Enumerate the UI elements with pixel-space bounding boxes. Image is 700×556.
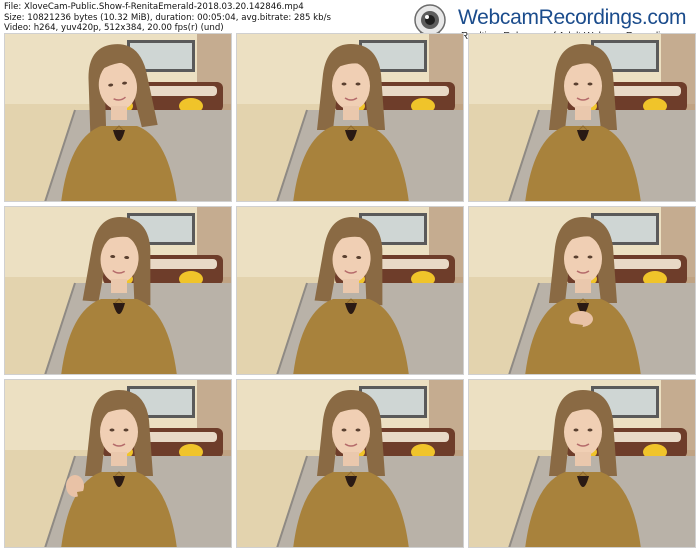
file-info: File: XloveCam-Public.Show-f-RenitaEmera… [4, 2, 404, 34]
video-thumbnail [236, 206, 464, 375]
video-thumbnail [468, 33, 696, 202]
thumbnail-grid [4, 33, 697, 553]
logo-title: WebcamRecordings.com [458, 6, 687, 29]
video-thumbnail [4, 33, 232, 202]
video-thumbnail [236, 33, 464, 202]
video-thumbnail [4, 206, 232, 375]
video-thumbnail [4, 379, 232, 548]
file-name-line: File: XloveCam-Public.Show-f-RenitaEmera… [4, 2, 304, 12]
file-size-line: Size: 10821236 bytes (10.32 MiB), durati… [4, 12, 331, 23]
video-thumbnail [236, 379, 464, 548]
video-thumbnail [468, 206, 696, 375]
video-thumbnail [468, 379, 696, 548]
